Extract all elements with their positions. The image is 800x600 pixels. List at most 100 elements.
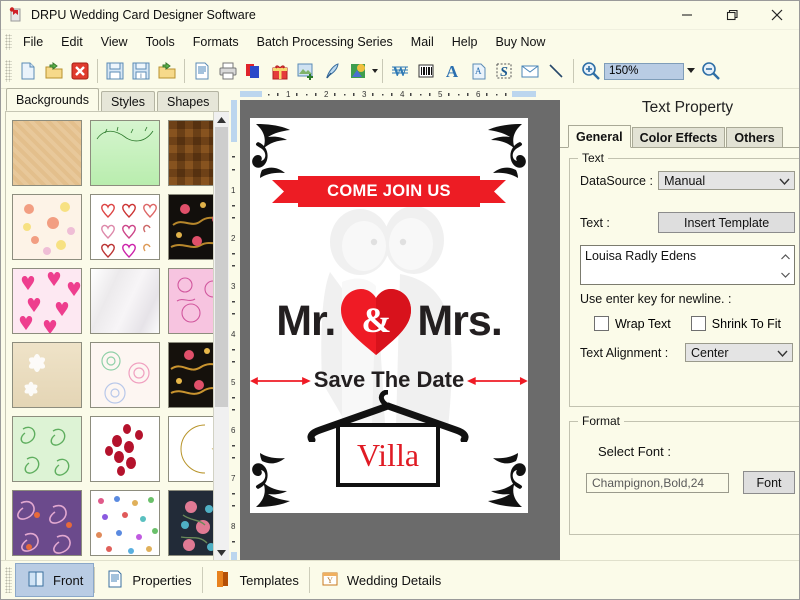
insert-image-icon[interactable]	[293, 57, 319, 85]
shrink-to-fit-checkbox[interactable]	[690, 316, 706, 331]
email-icon[interactable]	[517, 57, 543, 85]
backgrounds-scrollbar[interactable]	[213, 112, 229, 560]
menu-item-buy-now[interactable]: Buy Now	[486, 32, 554, 52]
chevron-down-icon[interactable]	[214, 545, 229, 560]
open-template-icon[interactable]	[154, 57, 180, 85]
chevron-down-icon[interactable]	[781, 267, 790, 281]
svg-text:1: 1	[286, 90, 291, 99]
title-bar: DRPU Wedding Card Designer Software	[1, 1, 799, 30]
chevron-down-icon[interactable]	[372, 69, 378, 73]
tab-general[interactable]: General	[568, 125, 631, 148]
background-thumbnail-purple-paisley[interactable]	[12, 490, 82, 556]
background-thumbnail-pink-hearts[interactable]	[12, 268, 82, 334]
text-icon[interactable]: A	[439, 57, 465, 85]
zoom-level-input[interactable]: 150%	[604, 62, 684, 80]
left-panel: Backgrounds Styles Shapes	[1, 88, 229, 561]
bottom-bar-grip[interactable]	[5, 567, 12, 593]
design-canvas[interactable]: COME JOIN US Mr. & Mrs. Save The Date Vi…	[240, 100, 560, 561]
chevron-up-icon[interactable]	[781, 249, 790, 263]
svg-text:6: 6	[476, 90, 481, 99]
text-label: Text :	[580, 215, 610, 230]
text-alignment-select[interactable]: Center	[685, 343, 793, 362]
save-as-icon[interactable]: I	[128, 57, 154, 85]
font-button[interactable]: Font	[743, 471, 795, 494]
menu-item-tools[interactable]: Tools	[137, 32, 184, 52]
gift-icon[interactable]	[267, 57, 293, 85]
menu-item-formats[interactable]: Formats	[184, 32, 248, 52]
minimize-button[interactable]	[664, 1, 709, 29]
svg-text:7: 7	[231, 474, 236, 483]
background-thumbnail-green-paisley[interactable]	[12, 416, 82, 482]
page-setup-icon[interactable]	[189, 57, 215, 85]
bottom-tab-properties-label: Properties	[132, 572, 192, 588]
chevron-up-icon[interactable]	[214, 112, 229, 127]
wrap-text-option[interactable]: Wrap Text	[593, 316, 671, 331]
zoom-in-icon[interactable]	[578, 57, 604, 85]
corner-flourish-icon	[252, 120, 314, 182]
new-document-icon[interactable]	[15, 57, 41, 85]
menu-item-file[interactable]: File	[14, 32, 52, 52]
barcode-icon[interactable]	[413, 57, 439, 85]
insert-template-button[interactable]: Insert Template	[658, 212, 795, 233]
wedding-card-preview[interactable]: COME JOIN US Mr. & Mrs. Save The Date Vi…	[250, 118, 528, 513]
background-thumbnail-red-petals[interactable]	[90, 416, 160, 482]
text-input-scrollbar[interactable]	[778, 247, 793, 283]
background-thumbnail-peach-blossom[interactable]	[12, 194, 82, 260]
tab-shapes[interactable]: Shapes	[157, 91, 220, 111]
menu-grip[interactable]	[5, 34, 12, 50]
shapes-icon[interactable]	[345, 57, 371, 85]
chevron-down-icon[interactable]	[779, 175, 790, 189]
background-thumbnail-white-silk[interactable]	[90, 268, 160, 334]
chevron-down-icon[interactable]	[777, 347, 788, 361]
bottom-tab-front[interactable]: Front	[15, 563, 95, 597]
horizontal-ruler-ticks: 1 2 3 4 5 6	[240, 89, 560, 100]
venue-box[interactable]: Villa	[336, 423, 440, 487]
open-folder-icon[interactable]	[41, 57, 67, 85]
close-document-icon[interactable]	[67, 57, 93, 85]
copy-layers-icon[interactable]	[241, 57, 267, 85]
menu-item-mail[interactable]: Mail	[402, 32, 443, 52]
tab-backgrounds[interactable]: Backgrounds	[6, 88, 99, 111]
background-thumbnail-green-vine[interactable]	[90, 120, 160, 186]
front-card-icon	[26, 569, 46, 592]
tab-styles[interactable]: Styles	[100, 91, 156, 111]
background-thumbnail-tan-weave[interactable]	[12, 120, 82, 186]
svg-text:1: 1	[231, 186, 236, 195]
datasource-select[interactable]: Manual	[658, 171, 795, 190]
print-icon[interactable]	[215, 57, 241, 85]
zoom-out-icon[interactable]	[698, 57, 724, 85]
signature-icon[interactable]: S	[491, 57, 517, 85]
menu-item-batch-processing-series[interactable]: Batch Processing Series	[248, 32, 402, 52]
bottom-tab-templates[interactable]: Templates	[203, 563, 309, 597]
font-value-field[interactable]: Champignon,Bold,24	[586, 472, 729, 493]
close-button[interactable]	[754, 1, 799, 29]
menu-item-view[interactable]: View	[92, 32, 137, 52]
format-group: Format Select Font : Champignon,Bold,24 …	[569, 414, 799, 535]
menu-item-help[interactable]: Help	[443, 32, 487, 52]
tab-others[interactable]: Others	[726, 127, 783, 147]
menu-item-edit[interactable]: Edit	[52, 32, 92, 52]
text-box-icon[interactable]: A	[465, 57, 491, 85]
chevron-down-icon[interactable]	[684, 63, 698, 80]
tab-color-effects[interactable]: Color Effects	[631, 127, 726, 147]
background-thumbnail-pastel-mandala[interactable]	[90, 342, 160, 408]
background-thumbnail-cream-flowers[interactable]	[12, 342, 82, 408]
svg-text:3: 3	[362, 90, 367, 99]
svg-text:8: 8	[231, 522, 236, 531]
watermark-icon[interactable]: W	[387, 57, 413, 85]
line-icon[interactable]	[543, 57, 569, 85]
toolbar-grip[interactable]	[5, 60, 12, 82]
card-title-left: Mr.	[276, 296, 336, 345]
wrap-text-checkbox[interactable]	[593, 316, 609, 331]
save-icon[interactable]	[102, 57, 128, 85]
background-thumbnail-multicolor-ditsy[interactable]	[90, 490, 160, 556]
scrollbar-thumb[interactable]	[215, 127, 228, 407]
bottom-tab-wedding-details[interactable]: Y Wedding Details	[310, 563, 451, 597]
canvas-panel: 123 456 1 2 3 4 5 6 7 8 COME JOIN US Mr.…	[229, 89, 560, 561]
maximize-button[interactable]	[709, 1, 754, 29]
shrink-to-fit-option[interactable]: Shrink To Fit	[690, 316, 781, 331]
background-thumbnail-white-hearts[interactable]	[90, 194, 160, 260]
bottom-tab-properties[interactable]: Properties	[95, 563, 201, 597]
pen-icon[interactable]	[319, 57, 345, 85]
text-input[interactable]: Louisa Radly Edens	[580, 245, 795, 285]
